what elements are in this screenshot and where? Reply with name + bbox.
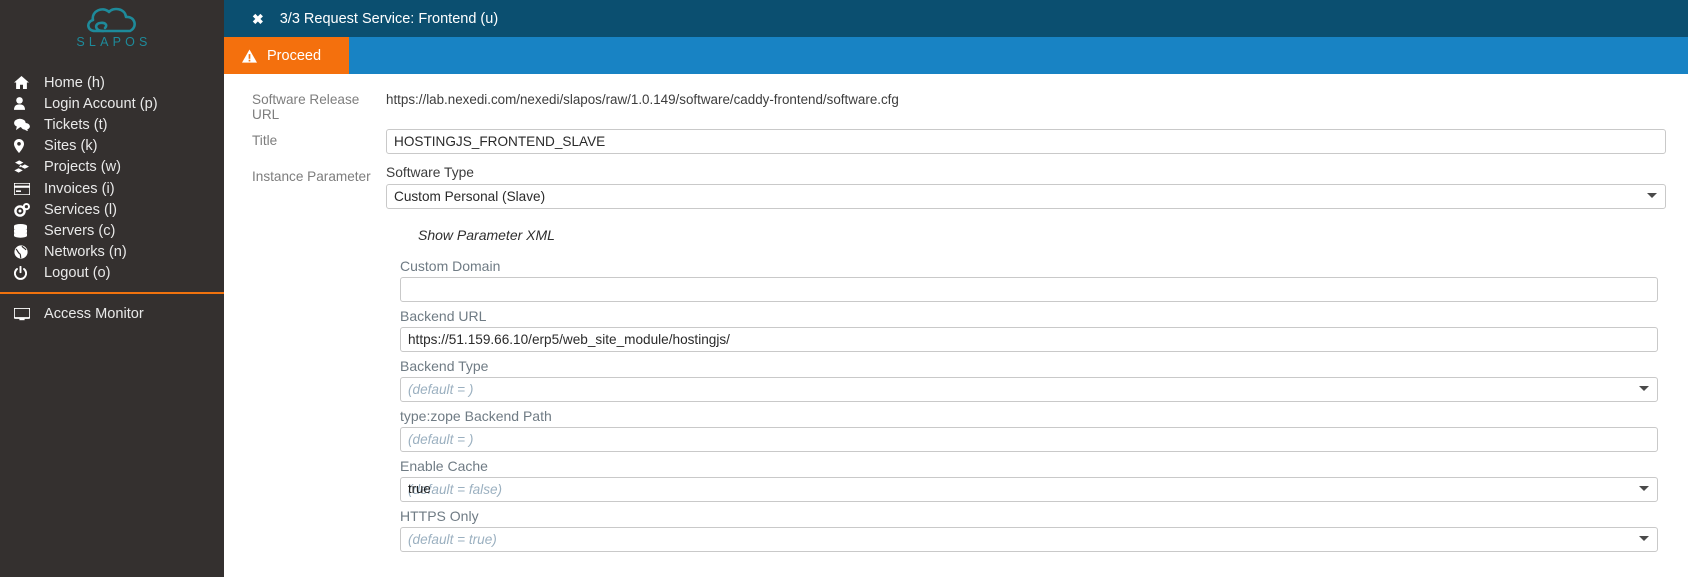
globe-icon	[14, 245, 44, 259]
sidebar-item-login-account[interactable]: Login Account (p)	[0, 93, 224, 114]
backend-url-input[interactable]	[400, 327, 1658, 352]
dialog-titlebar: ✖ 3/3 Request Service: Frontend (u)	[224, 0, 1688, 37]
param-label	[400, 558, 1658, 574]
custom-domain-input[interactable]	[400, 277, 1658, 302]
title-input[interactable]	[386, 129, 1666, 154]
param-label: Enable Cache	[400, 458, 488, 474]
param-https-only: HTTPS Only (default = true)	[400, 508, 1658, 552]
field-label: Software Release URL	[252, 92, 360, 122]
map-pin-icon	[14, 139, 44, 154]
param-label: Backend Type	[400, 358, 489, 374]
field-label: Instance Parameter	[252, 169, 371, 184]
sidebar-item-label: Login Account (p)	[44, 95, 158, 112]
show-parameter-xml-link[interactable]: Show Parameter XML	[418, 227, 555, 243]
monitor-icon	[14, 307, 44, 321]
sidebar-item-label: Servers (c)	[44, 222, 116, 239]
logo-text: SLAPOS	[76, 35, 152, 49]
field-title: Title	[224, 129, 1688, 154]
sidebar-item-tickets[interactable]: Tickets (t)	[0, 114, 224, 135]
sidebar-divider	[0, 291, 224, 294]
slapos-cloud-logo-icon	[83, 4, 141, 38]
instance-parameter-list: Custom Domain Backend URL Backend Ty	[386, 258, 1666, 574]
sidebar-item-services[interactable]: Services (l)	[0, 199, 224, 220]
backend-type-select[interactable]: (default = )	[400, 377, 1658, 402]
param-label: Backend URL	[400, 308, 487, 324]
sidebar-item-label: Tickets (t)	[44, 116, 108, 133]
user-icon	[14, 97, 44, 111]
param-label: type:zope Backend Path	[400, 408, 552, 424]
database-icon	[14, 223, 44, 238]
sidebar-item-logout[interactable]: Logout (o)	[0, 263, 224, 284]
home-icon	[14, 76, 44, 90]
param-enable-cache: Enable Cache (default = false) true	[400, 458, 1658, 502]
field-instance-parameter: Instance Parameter Software Type Custom …	[224, 165, 1688, 577]
sidebar-item-label: Logout (o)	[44, 265, 111, 282]
sidebar-item-label: Services (l)	[44, 201, 117, 218]
software-release-url-value: https://lab.nexedi.com/nexedi/slapos/raw…	[386, 92, 899, 107]
cubes-icon	[14, 160, 44, 174]
main-panel: ✖ 3/3 Request Service: Frontend (u) Proc…	[224, 0, 1688, 577]
sidebar-item-servers[interactable]: Servers (c)	[0, 220, 224, 241]
software-type-select[interactable]: Custom Personal (Slave)	[386, 184, 1666, 209]
sidebar-bottom-nav: Access Monitor	[0, 304, 224, 325]
param-zope-backend-path: type:zope Backend Path	[400, 408, 1658, 452]
action-toolbar: Proceed	[224, 37, 1688, 74]
sidebar-item-access-monitor[interactable]: Access Monitor	[0, 304, 224, 325]
zope-backend-path-input[interactable]	[400, 427, 1658, 452]
sidebar-item-label: Access Monitor	[44, 306, 144, 323]
sidebar-item-home[interactable]: Home (h)	[0, 72, 224, 93]
param-label: Custom Domain	[400, 258, 501, 274]
sidebar-nav: Home (h) Login Account (p) Tickets (t) S…	[0, 72, 224, 284]
param-backend-type: Backend Type (default = )	[400, 358, 1658, 402]
app-root: SLAPOS Home (h) Login Account (p) Ticket…	[0, 0, 1688, 577]
param-backend-url: Backend URL	[400, 308, 1658, 352]
proceed-button-label: Proceed	[267, 47, 322, 64]
request-service-form: Software Release URL https://lab.nexedi.…	[224, 88, 1688, 577]
sidebar-item-projects[interactable]: Projects (w)	[0, 157, 224, 178]
https-only-select[interactable]: (default = true)	[400, 527, 1658, 552]
proceed-button[interactable]: Proceed	[224, 37, 349, 74]
param-custom-domain: Custom Domain	[400, 258, 1658, 302]
backend-type-select-value: (default = )	[400, 377, 1658, 402]
https-only-select-value: (default = true)	[400, 527, 1658, 552]
field-software-release-url: Software Release URL https://lab.nexedi.…	[224, 88, 1688, 122]
software-type-label: Software Type	[386, 165, 474, 180]
software-type-group: Software Type Custom Personal (Slave)	[386, 165, 1666, 209]
warning-triangle-icon	[242, 48, 257, 63]
power-icon	[14, 266, 44, 281]
enable-cache-select[interactable]: (default = false) true	[400, 477, 1658, 502]
sidebar-item-label: Projects (w)	[44, 159, 122, 176]
param-next-partial	[400, 558, 1658, 574]
page-title: 3/3 Request Service: Frontend (u)	[279, 10, 499, 27]
sidebar-item-invoices[interactable]: Invoices (i)	[0, 178, 224, 199]
cogs-icon	[14, 202, 44, 217]
sidebar-item-label: Home (h)	[44, 74, 105, 91]
sidebar: SLAPOS Home (h) Login Account (p) Ticket…	[0, 0, 224, 577]
param-label: HTTPS Only	[400, 508, 479, 524]
sidebar-item-label: Invoices (i)	[44, 180, 115, 197]
comments-icon	[14, 118, 44, 132]
close-icon[interactable]: ✖	[252, 12, 264, 26]
sidebar-item-label: Networks (n)	[44, 244, 127, 261]
credit-card-icon	[14, 182, 44, 195]
sidebar-item-label: Sites (k)	[44, 138, 98, 155]
software-type-select-value: Custom Personal (Slave)	[386, 184, 1666, 209]
sidebar-item-sites[interactable]: Sites (k)	[0, 136, 224, 157]
sidebar-item-networks[interactable]: Networks (n)	[0, 242, 224, 263]
field-label: Title	[252, 133, 278, 148]
enable-cache-placeholder: (default = false)	[400, 477, 1658, 502]
app-logo[interactable]: SLAPOS	[0, 0, 224, 62]
